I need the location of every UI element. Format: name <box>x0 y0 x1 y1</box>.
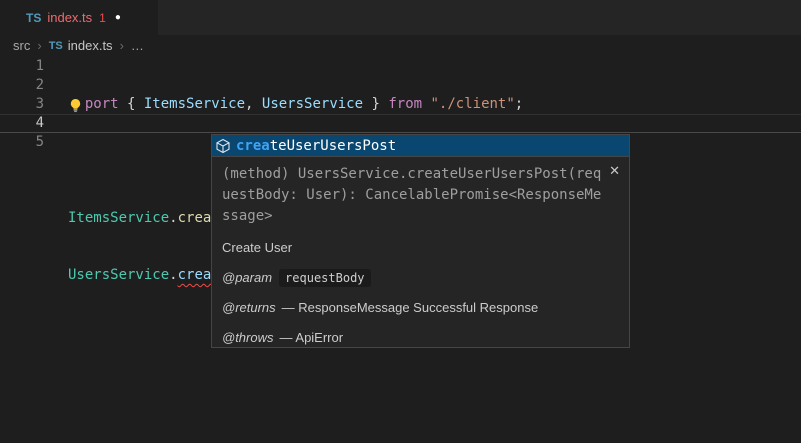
line-number: 5 <box>0 133 44 152</box>
method-signature-line: (method) UsersService.createUserUsersPos… <box>222 164 619 185</box>
returns-text: — ResponseMessage Successful Response <box>282 300 539 315</box>
breadcrumb-item-more[interactable]: … <box>131 38 144 53</box>
breadcrumb-item-file[interactable]: index.ts <box>68 38 113 53</box>
tab-bar: TS index.ts 1 ● <box>0 0 801 35</box>
doc-throws-row: @throws — ApiError <box>222 329 619 347</box>
symbol-cube-icon <box>215 138 231 154</box>
intellisense-popup: createUserUsersPost ✕ (method) UsersServ… <box>211 134 630 348</box>
suggestion-item-selected[interactable]: createUserUsersPost <box>212 135 629 156</box>
method-signature-line: uestBody: User): CancelablePromise<Respo… <box>222 185 619 206</box>
tab-index-ts[interactable]: TS index.ts 1 ● <box>0 0 158 35</box>
chevron-right-icon: › <box>120 38 124 53</box>
doc-summary: Create User <box>222 239 619 257</box>
doc-param-row: @param requestBody <box>222 269 619 287</box>
line-number-active: 4 <box>0 114 44 133</box>
typescript-file-icon: TS <box>49 40 63 52</box>
chevron-right-icon: › <box>37 38 41 53</box>
line-number: 3 <box>0 95 44 114</box>
tab-title: index.ts <box>47 10 92 25</box>
param-tag: @param <box>222 270 272 285</box>
breadcrumb: src › TS index.ts › … <box>0 35 801 56</box>
error-count-badge: 1 <box>99 11 106 25</box>
close-icon[interactable]: ✕ <box>609 163 620 179</box>
error-squiggle-text: crea <box>178 267 212 283</box>
lightbulb-quickfix-icon[interactable] <box>66 96 85 114</box>
breadcrumb-item-src[interactable]: src <box>13 38 30 53</box>
returns-tag: @returns <box>222 300 276 315</box>
dirty-dot-icon[interactable]: ● <box>115 12 121 23</box>
typescript-file-icon: TS <box>26 11 41 25</box>
suggestion-docs-panel: ✕ (method) UsersService.createUserUsersP… <box>212 156 629 347</box>
line-number: 2 <box>0 76 44 95</box>
throws-tag: @throws <box>222 330 274 345</box>
throws-text: — ApiError <box>280 330 344 345</box>
method-signature-line: ssage> <box>222 206 619 227</box>
param-name-chip: requestBody <box>279 269 370 287</box>
code-line: import { ItemsService, UsersService } fr… <box>68 95 582 114</box>
suggestion-label: createUserUsersPost <box>236 138 396 154</box>
editor-gutter: 1 2 3 4 5 <box>0 57 44 152</box>
line-number: 1 <box>0 57 44 76</box>
doc-returns-row: @returns — ResponseMessage Successful Res… <box>222 299 619 317</box>
